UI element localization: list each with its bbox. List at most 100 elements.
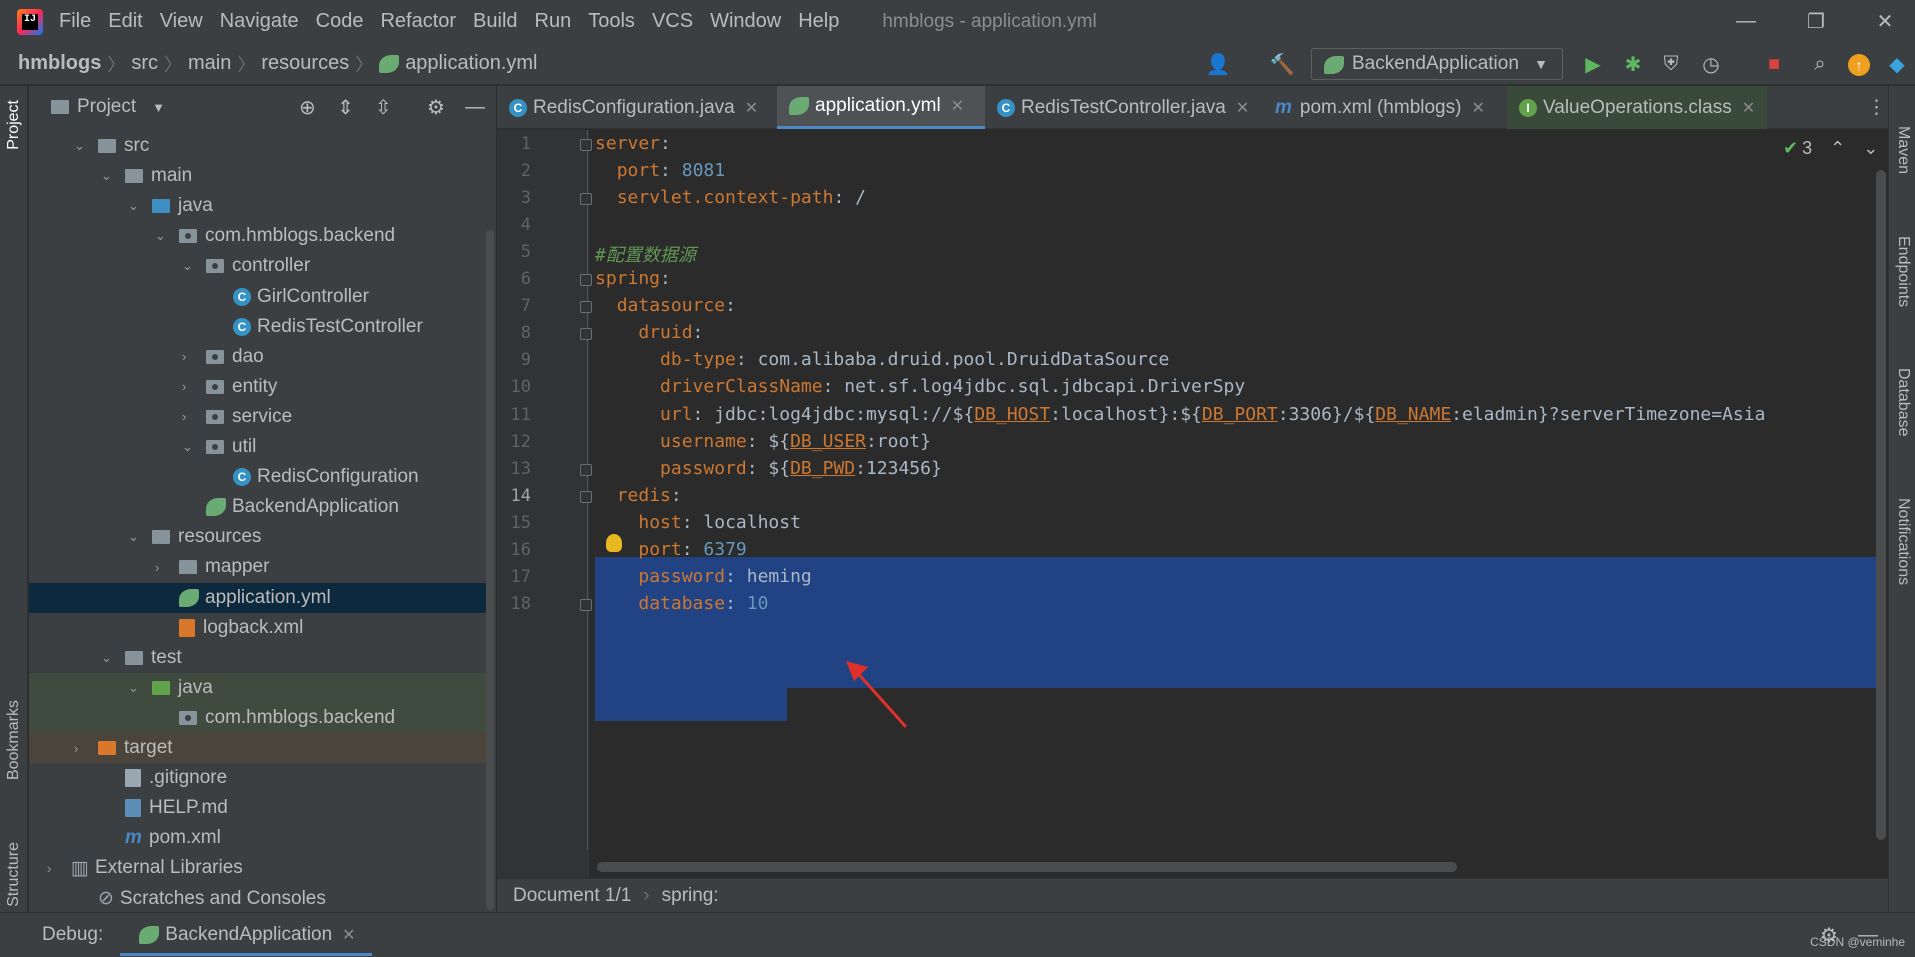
breadcrumb-project[interactable]: hmblogs [18,52,101,75]
tree-item[interactable]: C RedisTestController [29,312,486,342]
jetbrains-space-icon[interactable]: ◆ [1885,52,1909,76]
tab-pom-xml[interactable]: m pom.xml (hmblogs) ✕ [1263,86,1507,129]
tree-item[interactable]: ⌄ com.hmblogs.backend [29,221,486,251]
tree-item[interactable]: m pom.xml [29,823,486,853]
debug-config-tab[interactable]: BackendApplication [165,924,332,946]
notifications-tool-tab[interactable]: Notifications [1894,498,1912,585]
tree-item[interactable]: ⌄ test [29,643,486,673]
tree-item[interactable]: › entity [29,372,486,402]
gear-icon[interactable]: ⚙ [427,95,445,120]
search-icon[interactable]: ⌕ [1808,52,1832,76]
fold-marker-icon[interactable] [580,139,592,151]
tree-item[interactable]: ⌄ controller [29,251,486,281]
chevron-down-icon[interactable]: ⌄ [101,650,115,666]
chevron-right-icon[interactable]: › [155,560,169,575]
project-tool-tab[interactable]: Project [5,100,23,150]
user-icon[interactable]: 👤 [1206,52,1231,76]
tree-item[interactable]: application.yml [29,582,486,613]
close-icon[interactable]: ✕ [1471,98,1484,118]
menu-vcs[interactable]: VCS [652,10,693,33]
intellij-logo-icon[interactable]: IJ [17,8,43,35]
expand-all-icon[interactable]: ⇕ [337,95,354,120]
yaml-path[interactable]: spring: [662,885,719,907]
tree-item[interactable]: com.hmblogs.backend [29,702,486,733]
tree-item[interactable]: ⌄ resources [29,522,486,552]
chevron-down-icon[interactable]: ⌄ [182,258,196,274]
chevron-right-icon[interactable]: › [182,349,196,364]
chevron-down-icon[interactable]: ▼ [152,100,165,115]
chevron-down-icon[interactable]: ⌄ [1863,138,1878,159]
menu-window[interactable]: Window [710,10,781,33]
maven-tool-tab[interactable]: Maven [1894,126,1912,174]
inspection-widget[interactable]: ✔ 3 ⌃ ⌄ [1783,138,1878,159]
endpoints-tool-tab[interactable]: Endpoints [1894,236,1912,307]
tree-item[interactable]: C GirlController [29,282,486,312]
chevron-right-icon[interactable]: › [74,741,88,756]
tree-item[interactable]: logback.xml [29,613,486,643]
menu-refactor[interactable]: Refactor [380,10,456,33]
run-icon[interactable]: ▶ [1581,52,1605,76]
tab-application-yml[interactable]: application.yml ✕ [777,86,985,129]
breadcrumb-resources[interactable]: resources [261,52,349,75]
tab-value-operations[interactable]: I ValueOperations.class ✕ [1507,86,1767,129]
close-icon[interactable]: ✕ [1236,98,1249,118]
menu-tools[interactable]: Tools [588,10,635,33]
coverage-icon[interactable]: ⛨ [1659,52,1683,76]
tree-item[interactable]: › mapper [29,552,486,582]
fold-marker-icon[interactable] [580,328,592,341]
tree-item[interactable]: C RedisConfiguration [29,462,486,492]
menu-view[interactable]: View [160,10,203,33]
chevron-right-icon[interactable]: › [47,861,61,876]
chevron-right-icon[interactable]: › [182,379,196,394]
chevron-down-icon[interactable]: ⌄ [128,529,142,545]
database-tool-tab[interactable]: Database [1894,368,1912,437]
horizontal-scrollbar[interactable] [597,862,1457,872]
menu-build[interactable]: Build [473,10,517,33]
tree-item[interactable]: ⌄ java [29,191,486,221]
tree-item[interactable]: › dao [29,342,486,372]
close-icon[interactable]: ✕ [951,96,964,116]
tab-redis-configuration[interactable]: C RedisConfiguration.java ✕ [497,86,777,129]
tree-item[interactable]: › service [29,402,486,432]
tree-item[interactable]: HELP.md [29,793,486,823]
chevron-down-icon[interactable]: ⌄ [182,439,196,455]
run-configuration-select[interactable]: BackendApplication ▼ [1311,48,1563,80]
update-icon[interactable]: ↑ [1848,54,1870,76]
document-indicator[interactable]: Document 1/1 [513,885,631,907]
fold-marker-icon[interactable] [580,463,592,476]
chevron-down-icon[interactable]: ⌄ [101,168,115,184]
code-editor[interactable] [497,130,1888,878]
vertical-scrollbar[interactable] [1876,170,1886,840]
chevron-up-icon[interactable]: ⌃ [1830,138,1845,159]
chevron-down-icon[interactable]: ⌄ [128,680,142,696]
menu-help[interactable]: Help [798,10,839,33]
fold-marker-icon[interactable] [580,274,592,287]
menu-run[interactable]: Run [535,10,572,33]
tree-item[interactable]: ⌄ src [29,131,486,161]
breadcrumb-src[interactable]: src [131,52,158,75]
tab-menu-icon[interactable]: ⋮ [1861,86,1888,129]
collapse-all-icon[interactable]: ⇳ [375,95,392,120]
fold-marker-icon[interactable] [580,490,592,503]
chevron-down-icon[interactable]: ⌄ [155,228,169,244]
tree-scrollbar[interactable] [486,230,494,910]
fold-marker-icon[interactable] [580,193,592,206]
locate-icon[interactable]: ⊕ [299,95,316,120]
close-icon[interactable]: ✕ [745,98,758,118]
chevron-down-icon[interactable]: ⌄ [128,198,142,214]
build-hammer-icon[interactable]: 🔨 [1270,52,1295,76]
bookmarks-tool-tab[interactable]: Bookmarks [5,700,23,780]
fold-marker-icon[interactable] [580,301,592,314]
chevron-right-icon[interactable]: › [182,409,196,424]
chevron-down-icon[interactable]: ⌄ [74,138,88,154]
project-panel-title[interactable]: Project [77,96,136,118]
tree-item[interactable]: .gitignore [29,763,486,793]
menu-code[interactable]: Code [316,10,364,33]
profile-icon[interactable]: ◷ [1699,52,1723,76]
tab-redis-test-controller[interactable]: C RedisTestController.java ✕ [985,86,1263,129]
tree-item[interactable]: BackendApplication [29,492,486,522]
hide-panel-icon[interactable]: — [465,96,485,119]
restore-icon[interactable]: ❐ [1786,0,1846,43]
lightbulb-icon[interactable] [606,534,622,552]
menu-navigate[interactable]: Navigate [220,10,299,33]
